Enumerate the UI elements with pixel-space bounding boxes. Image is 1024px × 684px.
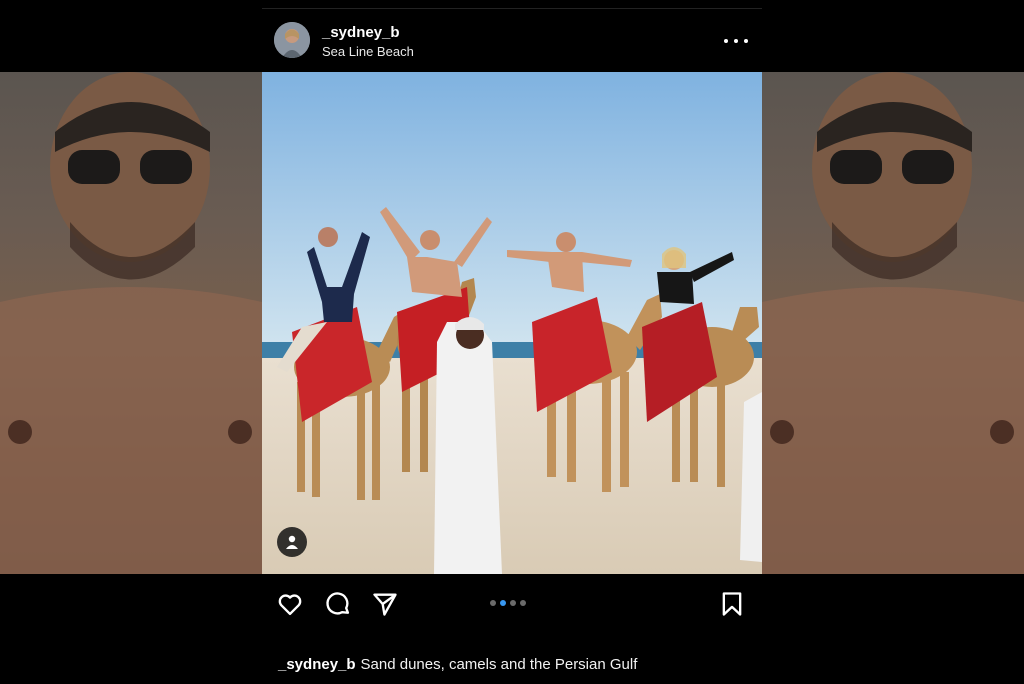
post-header: _sydney_b Sea Line Beach: [262, 8, 762, 73]
background-blur-left: [0, 72, 262, 574]
comment-icon[interactable]: [324, 590, 352, 618]
carousel-indicator: [490, 600, 526, 606]
carousel-dot[interactable]: [510, 600, 516, 606]
post-photo[interactable]: [262, 72, 762, 574]
username[interactable]: _sydney_b: [322, 24, 400, 41]
bookmark-icon[interactable]: [718, 590, 746, 618]
send-icon[interactable]: [371, 590, 399, 618]
post-actions: [262, 574, 762, 634]
user-tag-icon[interactable]: [277, 527, 307, 557]
caption: _sydney_b Sand dunes, camels and the Pers…: [278, 656, 637, 673]
more-options-icon[interactable]: [724, 31, 748, 51]
carousel-dot-active[interactable]: [500, 600, 506, 606]
carousel-dot[interactable]: [490, 600, 496, 606]
heart-icon[interactable]: [276, 590, 304, 618]
caption-text: Sand dunes, camels and the Persian Gulf: [360, 656, 638, 673]
location[interactable]: Sea Line Beach: [322, 44, 414, 59]
carousel-dot[interactable]: [520, 600, 526, 606]
avatar[interactable]: [274, 22, 310, 58]
background-blur-right: [762, 72, 1024, 574]
caption-username[interactable]: _sydney_b: [278, 656, 356, 673]
